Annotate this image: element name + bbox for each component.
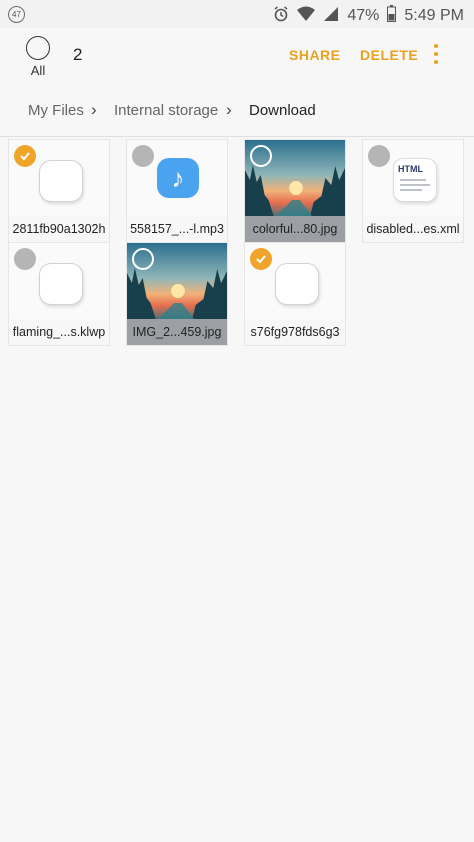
unselected-circle-icon[interactable] xyxy=(132,248,154,270)
music-file-icon: ♪ xyxy=(157,158,199,198)
file-item[interactable]: colorful...80.jpg xyxy=(244,139,346,243)
file-item[interactable]: 2811fb90a1302h xyxy=(8,139,110,243)
file-name: s76fg978fds6g3 xyxy=(245,319,345,345)
selection-toolbar: All 2 SHARE DELETE xyxy=(0,28,474,84)
alarm-icon xyxy=(273,5,289,27)
html-file-icon: HTML xyxy=(393,158,437,202)
file-name: flaming_...s.klwp xyxy=(9,319,109,345)
status-right: 47% 5:49 PM xyxy=(273,5,464,27)
unselected-circle-icon[interactable] xyxy=(250,145,272,167)
notification-count-badge: 47 xyxy=(8,6,25,23)
breadcrumb-download[interactable]: Download xyxy=(249,102,316,119)
breadcrumb-my-files[interactable]: My Files xyxy=(28,102,84,119)
battery-icon xyxy=(387,5,397,27)
generic-file-icon xyxy=(39,160,83,202)
unselected-circle-icon[interactable] xyxy=(368,145,390,167)
generic-file-icon xyxy=(39,263,83,305)
wifi-icon xyxy=(297,6,316,27)
more-options-icon[interactable] xyxy=(432,44,440,68)
file-item[interactable]: s76fg978fds6g3 xyxy=(244,242,346,346)
file-name: IMG_2...459.jpg xyxy=(127,319,227,345)
selected-count: 2 xyxy=(73,45,83,64)
file-item[interactable]: IMG_2...459.jpg xyxy=(126,242,228,346)
battery-percent: 47% xyxy=(347,7,380,24)
chevron-right-icon: › xyxy=(226,100,232,119)
select-all-button[interactable]: All xyxy=(22,36,54,78)
signal-icon xyxy=(323,6,339,27)
select-all-checkbox[interactable] xyxy=(26,36,50,60)
file-item[interactable]: HTML disabled...es.xml xyxy=(362,139,464,243)
file-name: colorful...80.jpg xyxy=(245,216,345,242)
unselected-circle-icon[interactable] xyxy=(14,248,36,270)
file-item[interactable]: flaming_...s.klwp xyxy=(8,242,110,346)
breadcrumb-internal-storage[interactable]: Internal storage xyxy=(114,102,218,119)
file-name: disabled...es.xml xyxy=(363,216,463,242)
unselected-circle-icon[interactable] xyxy=(132,145,154,167)
clock: 5:49 PM xyxy=(404,7,464,24)
selected-check-icon[interactable] xyxy=(250,248,272,270)
status-bar: 47 47% 5:49 PM xyxy=(0,0,474,28)
file-item[interactable]: ♪ 558157_...-l.mp3 xyxy=(126,139,228,243)
html-icon-text: HTML xyxy=(398,164,423,174)
file-name: 2811fb90a1302h xyxy=(9,216,109,242)
generic-file-icon xyxy=(275,263,319,305)
breadcrumb: My Files › Internal storage › Download xyxy=(0,86,474,137)
select-all-label: All xyxy=(30,63,46,78)
selected-check-icon[interactable] xyxy=(14,145,36,167)
chevron-right-icon: › xyxy=(91,100,97,119)
share-button[interactable]: SHARE xyxy=(289,47,341,63)
delete-button[interactable]: DELETE xyxy=(360,47,418,63)
file-name: 558157_...-l.mp3 xyxy=(127,216,227,242)
